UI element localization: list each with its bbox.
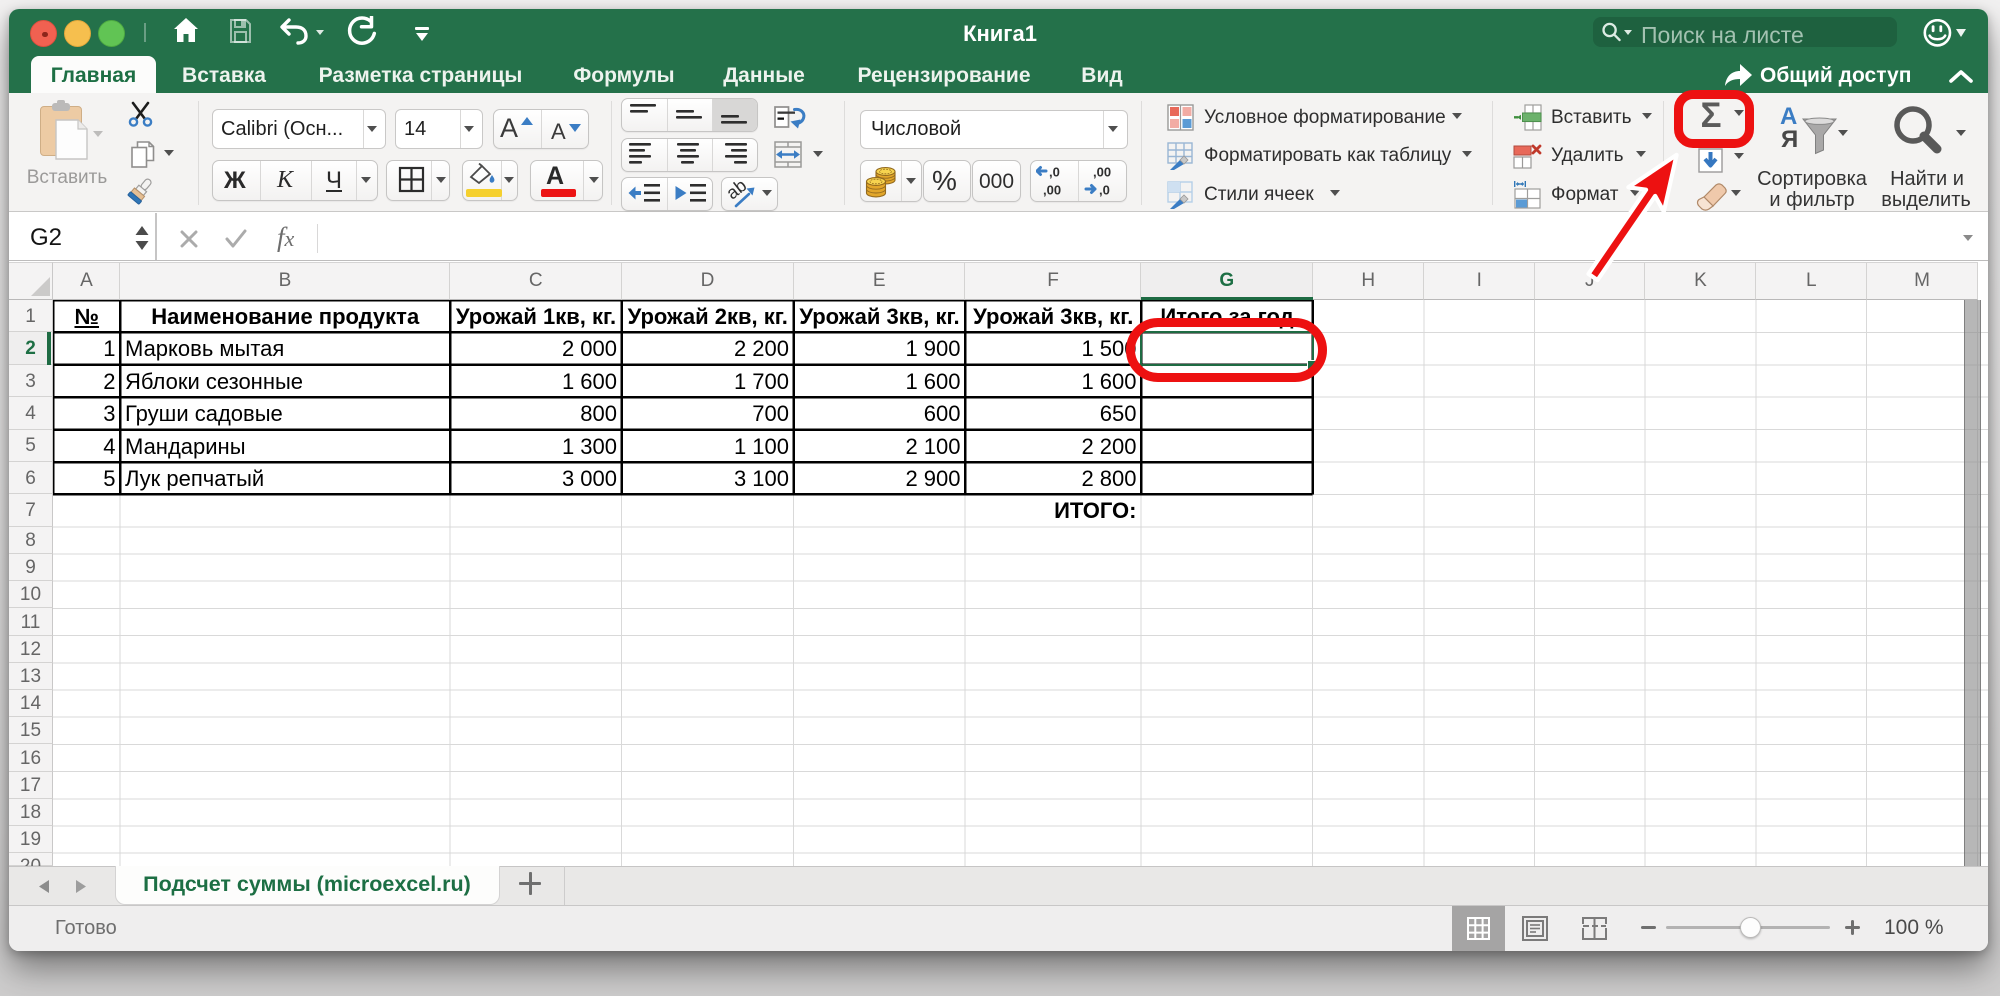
svg-text:,00: ,00 [1093,165,1111,180]
svg-text:ab: ab [727,179,750,203]
svg-text:,0: ,0 [1099,183,1110,198]
svg-text:,00: ,00 [1043,183,1061,198]
svg-text:,0: ,0 [1049,165,1060,180]
